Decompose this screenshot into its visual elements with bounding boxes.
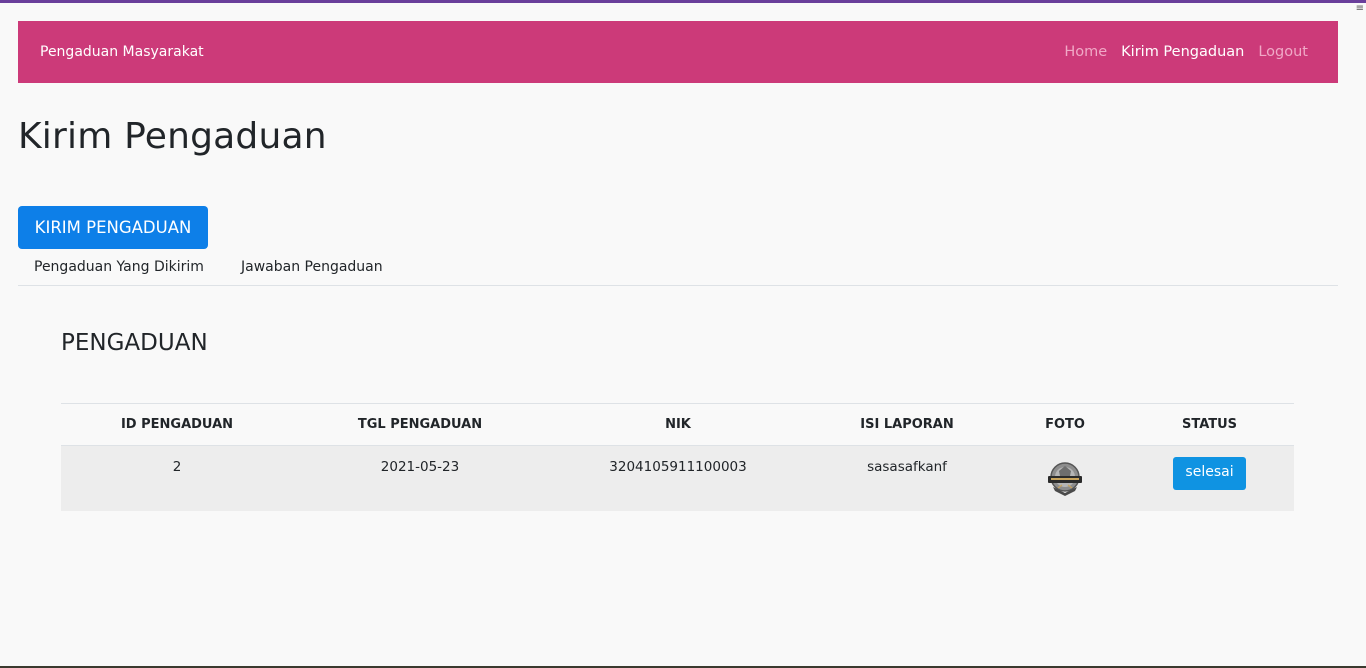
pengaduan-table-container: ID PENGADUAN TGL PENGADUAN NIK ISI LAPOR… — [61, 403, 1294, 511]
navbar-brand[interactable]: Pengaduan Masyarakat — [40, 21, 204, 83]
nav-link-logout[interactable]: Logout — [1258, 44, 1308, 60]
cell-id: 2 — [172, 459, 182, 475]
tab-bar: Pengaduan Yang Dikirim Jawaban Pengaduan — [18, 252, 1338, 286]
table-header-row: ID PENGADUAN TGL PENGADUAN NIK ISI LAPOR… — [61, 403, 1294, 446]
header-nik: NIK — [665, 417, 691, 432]
navbar: Pengaduan Masyarakat Home Kirim Pengadua… — [18, 21, 1338, 83]
kirim-pengaduan-button[interactable]: KIRIM PENGADUAN — [18, 206, 208, 249]
status-badge[interactable]: selesai — [1173, 457, 1246, 490]
foto-thumbnail-icon[interactable] — [1045, 461, 1085, 497]
cell-foto — [1005, 446, 1125, 511]
cell-nik: 3204105911100003 — [609, 459, 747, 475]
window-menu-icon[interactable]: ≡ — [1356, 4, 1364, 14]
cell-status: selesai — [1125, 446, 1294, 511]
header-id-pengaduan: ID PENGADUAN — [120, 417, 234, 432]
tab-pengaduan-yang-dikirim[interactable]: Pengaduan Yang Dikirim — [34, 259, 204, 275]
page-title: Kirim Pengaduan — [18, 116, 327, 157]
section-title: PENGADUAN — [61, 330, 208, 356]
nav-link-home[interactable]: Home — [1064, 44, 1107, 60]
cell-tgl: 2021-05-23 — [380, 459, 460, 475]
header-tgl-pengaduan: TGL PENGADUAN — [357, 417, 483, 432]
nav-links: Home Kirim Pengaduan Logout — [1064, 21, 1308, 83]
header-foto: FOTO — [1045, 417, 1085, 432]
nav-link-kirim-pengaduan[interactable]: Kirim Pengaduan — [1121, 44, 1244, 60]
header-isi-laporan: ISI LAPORAN — [860, 417, 954, 432]
tab-jawaban-pengaduan[interactable]: Jawaban Pengaduan — [241, 259, 383, 275]
table-row: 2 2021-05-23 3204105911100003 sasasafkan… — [61, 445, 1294, 511]
pengaduan-table: ID PENGADUAN TGL PENGADUAN NIK ISI LAPOR… — [61, 403, 1294, 511]
cell-isi: sasasafkanf — [867, 459, 947, 475]
window-top-border — [0, 0, 1366, 3]
header-status: STATUS — [1181, 417, 1238, 432]
